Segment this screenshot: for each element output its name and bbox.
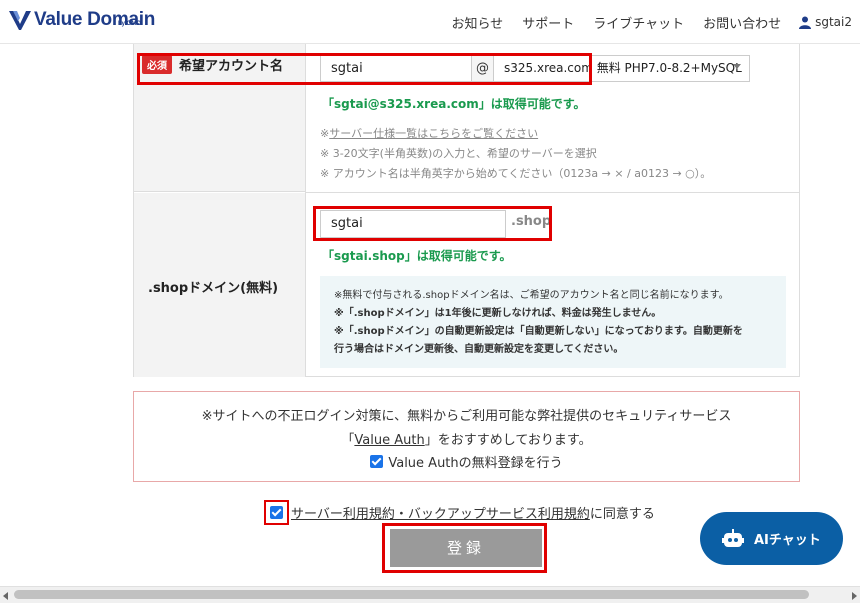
nav-news[interactable]: お知らせ [451,13,503,32]
security-text: ※サイトへの不正ログイン対策に、無料からご利用可能な弊社提供のセキュリティサービ… [201,409,732,424]
terms-checkbox-wrapper[interactable] [264,500,289,525]
row-divider [305,192,800,193]
server-spec-link[interactable]: サーバー仕様一覧はこちらをご覧ください [329,127,538,140]
terms-suffix: に同意する [589,507,655,522]
shop-label-text: .shopドメイン(無料) [148,281,279,296]
scroll-left-icon[interactable] [3,592,8,600]
chevron-down-icon[interactable] [733,64,741,69]
shop-label-cell: .shopドメイン(無料) [134,193,305,377]
scroll-thumb[interactable] [14,590,809,599]
value-auth-option: Value Authの無料登録を行う [134,452,799,471]
value-auth-link[interactable]: Value Auth [354,433,424,448]
nav-contact[interactable]: お問い合わせ [703,13,781,32]
registration-form: 必須 希望アカウント名 .shopドメイン(無料) sgtai @ s325.x… [133,44,800,377]
shop-domain-input[interactable]: sgtai [320,210,506,238]
nav-live-chat[interactable]: ライブチャット [593,13,684,32]
terms-checkbox[interactable] [270,506,283,519]
terms-link[interactable]: サーバー利用規約・バックアップサービス利用規約 [291,503,590,522]
user-icon [799,16,812,29]
shop-info-box: ※無料で付与される.shopドメイン名は、ご希望のアカウント名と同じ名前になりま… [320,276,786,368]
shop-availability: 「sgtai.shop」は取得可能です。 [322,249,512,263]
site-header: Value Domain by GMO お知らせ サポート ライブチャット お問… [0,0,860,44]
label-column: 必須 希望アカウント名 [134,44,305,192]
ai-chat-label: AIチャット [754,533,821,548]
shop-suffix: .shop [511,214,552,229]
required-badge: 必須 [142,55,172,74]
account-name-input[interactable]: sgtai [320,55,472,82]
account-rule-note: ※ 3-20文字(半角英数)の入力と、希望のサーバーを選択 [320,147,597,160]
column-divider [305,44,306,377]
shop-info-line: ※「.shopドメイン」は1年後に更新しなければ、料金は発生しません。 [334,308,662,319]
account-label: 必須 希望アカウント名 [142,55,283,74]
user-menu[interactable]: sgtai2 [799,15,852,29]
terms-agreement: サーバー利用規約・バックアップサービス利用規約 に同意する [264,500,655,525]
shop-info-line: 行う場合はドメイン更新後、自動更新設定を変更してください。 [334,344,624,355]
ai-chat-button[interactable]: AIチャット [700,512,843,565]
security-text-2: 「Value Auth」をおすすめしております。 [341,433,592,448]
account-label-text: 希望アカウント名 [179,59,284,74]
logo-mark-icon [9,11,31,30]
server-select[interactable]: s325.xrea.com 無料 PHP7.0-8.2+MySQL [494,55,750,82]
security-recommendation: ※サイトへの不正ログイン対策に、無料からご利用可能な弊社提供のセキュリティサービ… [133,391,800,482]
account-start-note: ※ アカウント名は半角英字から始めてください（0123a → × / a0123… [320,167,712,180]
horizontal-scrollbar[interactable] [0,586,860,603]
account-label-cell: 必須 希望アカウント名 [134,44,305,192]
submit-button[interactable]: 登録 [390,529,542,567]
logo-text: Value Domain [34,9,155,30]
header-nav: お知らせ サポート ライブチャット お問い合わせ sgtai2 [432,0,852,44]
user-name: sgtai2 [815,15,852,29]
logo-sub: by GMO [118,21,142,27]
value-auth-checkbox[interactable] [370,455,384,468]
logo[interactable]: Value Domain [8,9,155,31]
scroll-right-icon[interactable] [852,592,857,600]
shop-info-line: ※「.shopドメイン」の自動更新設定は「自動更新しない」になっております。自動… [334,326,743,337]
nav-support[interactable]: サポート [522,13,574,32]
shop-info-line: ※無料で付与される.shopドメイン名は、ご希望のアカウント名と同じ名前になりま… [334,290,729,301]
at-sign: @ [472,55,494,82]
robot-icon [722,528,744,547]
value-auth-checkbox-label[interactable]: Value Authの無料登録を行う [388,452,562,471]
account-availability: 「sgtai@s325.xrea.com」は取得可能です。 [322,97,586,111]
server-spec-note: ※サーバー仕様一覧はこちらをご覧ください [320,127,539,140]
